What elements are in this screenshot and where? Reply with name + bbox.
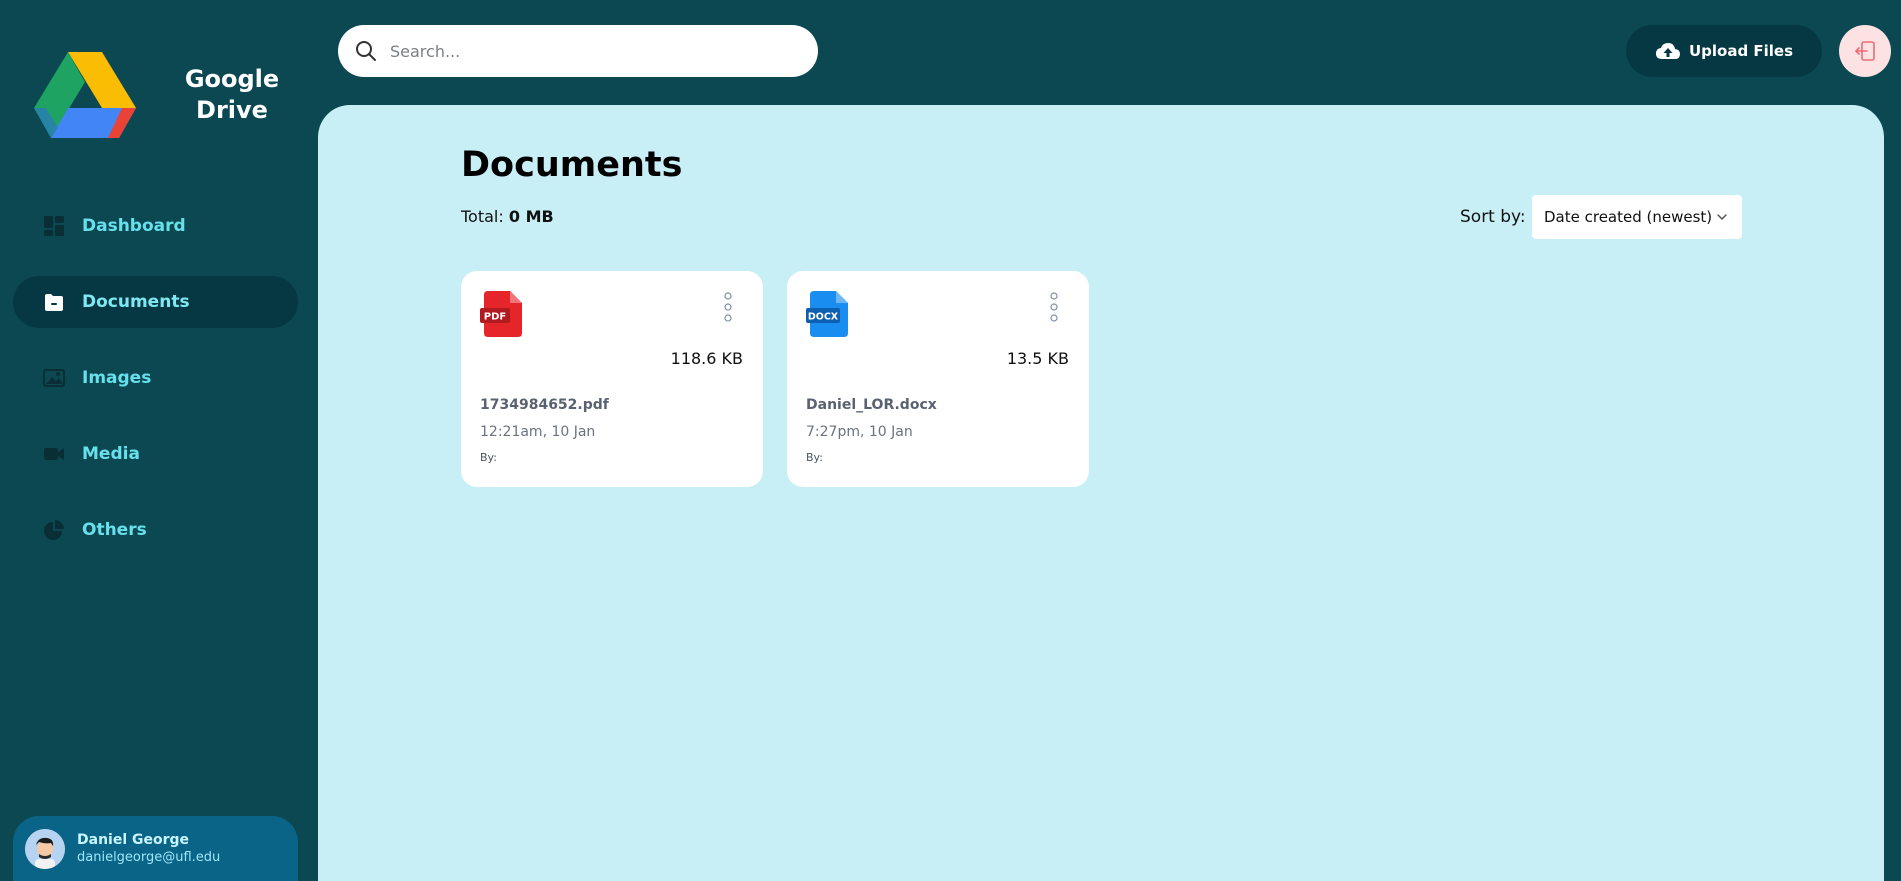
more-options-icon[interactable] [723, 291, 733, 323]
images-icon [43, 369, 65, 387]
sidebar-item-label: Images [82, 368, 152, 388]
file-name[interactable]: Daniel_LOR.docx [806, 397, 937, 413]
app-root: Google Drive Dashboard Documents Images … [0, 0, 1901, 881]
brand-name-line1: Google [184, 65, 280, 93]
media-icon [44, 448, 64, 460]
docx-badge-text: DOCX [808, 312, 839, 323]
user-info: Daniel George danielgeorge@ufl.edu [77, 831, 220, 866]
user-profile-card[interactable]: Daniel George danielgeorge@ufl.edu [13, 816, 298, 881]
file-date: 12:21am, 10 Jan [480, 424, 596, 440]
sidebar-nav: Dashboard Documents Images Media Others [13, 200, 298, 580]
sort-label: Sort by: [1460, 207, 1526, 227]
file-owner: By: [480, 451, 497, 464]
sidebar-item-label: Media [82, 444, 140, 464]
search-input[interactable] [390, 41, 790, 61]
google-drive-logo-icon [34, 52, 136, 138]
sidebar-item-documents[interactable]: Documents [13, 276, 298, 328]
file-card[interactable]: PDF 118.6 KB 1734984652.pdf 12:21am, 10 … [461, 271, 763, 487]
others-icon [44, 520, 64, 540]
brand[interactable]: Google Drive [34, 50, 304, 146]
sort-selected-value: Date created (newest) [1544, 208, 1713, 226]
sidebar-item-label: Dashboard [82, 216, 186, 236]
logout-icon [1855, 41, 1875, 61]
chevron-down-icon [1717, 214, 1727, 220]
avatar [25, 828, 65, 869]
file-owner: By: [806, 451, 823, 464]
logout-button[interactable] [1839, 25, 1891, 77]
sidebar-item-images[interactable]: Images [13, 352, 298, 404]
user-email: danielgeorge@ufl.edu [77, 850, 221, 865]
main-content: Documents Total: 0 MB Sort by: Date crea… [318, 105, 1884, 881]
user-name: Daniel George [77, 832, 190, 848]
total-value: 0 MB [508, 207, 554, 226]
docx-file-icon: DOCX [806, 291, 848, 337]
sidebar-item-media[interactable]: Media [13, 428, 298, 480]
brand-name-line2: Drive [196, 96, 268, 124]
pdf-badge-text: PDF [484, 312, 506, 323]
sort-dropdown[interactable]: Date created (newest) [1532, 195, 1742, 239]
sidebar-item-label: Documents [82, 292, 190, 312]
total-label: Total: [461, 207, 504, 226]
page-title: Documents [461, 145, 683, 185]
sidebar-item-label: Others [82, 520, 147, 540]
file-size: 13.5 KB [1006, 349, 1069, 368]
documents-icon [45, 294, 63, 311]
search-bar[interactable] [338, 25, 818, 77]
upload-files-button[interactable]: Upload Files [1626, 25, 1822, 77]
user-avatar-icon [25, 828, 65, 869]
file-card[interactable]: DOCX 13.5 KB Daniel_LOR.docx 7:27pm, 10 … [787, 271, 1089, 487]
more-options-icon[interactable] [1049, 291, 1059, 323]
search-icon [356, 41, 376, 61]
file-date: 7:27pm, 10 Jan [806, 424, 913, 440]
file-name[interactable]: 1734984652.pdf [480, 397, 609, 413]
sidebar-item-others[interactable]: Others [13, 504, 298, 556]
total-size: Total: 0 MB [461, 207, 554, 226]
sidebar: Google Drive Dashboard Documents Images … [0, 0, 310, 881]
brand-name: Google Drive [172, 64, 292, 126]
dashboard-icon [44, 216, 64, 236]
cloud-upload-icon [1655, 43, 1680, 59]
pdf-file-icon: PDF [480, 291, 522, 337]
upload-files-label: Upload Files [1688, 42, 1794, 60]
sidebar-item-dashboard[interactable]: Dashboard [13, 200, 298, 252]
file-size: 118.6 KB [670, 349, 743, 368]
